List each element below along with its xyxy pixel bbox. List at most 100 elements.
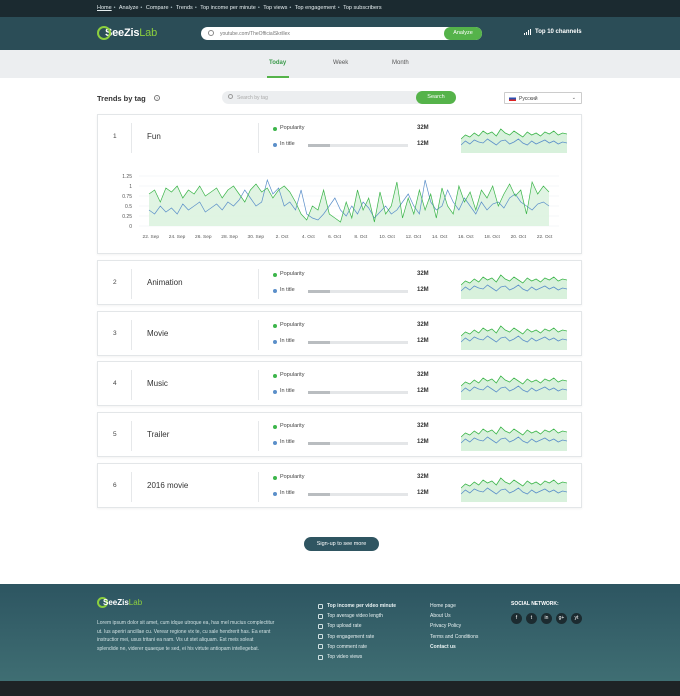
popularity-dot bbox=[273, 127, 277, 131]
nav-separator: • bbox=[194, 5, 197, 11]
footer-top-list-item[interactable]: Top upload rate bbox=[318, 621, 396, 631]
footer-top-list-item[interactable]: Top comment rate bbox=[318, 642, 396, 652]
sparkline-chart bbox=[461, 477, 567, 502]
linkedin-icon[interactable]: in bbox=[541, 613, 552, 624]
analyze-button[interactable]: Analyze bbox=[444, 27, 482, 40]
nav-link-analyze[interactable]: Analyze bbox=[119, 5, 139, 11]
in-title-bar-fill bbox=[308, 341, 330, 344]
in-title-value: 12M bbox=[417, 439, 429, 445]
language-select[interactable]: Русский ⌄ bbox=[504, 92, 582, 104]
tag-search-input[interactable]: Search by tag bbox=[237, 95, 268, 101]
x-tick-label: 22. Sep bbox=[143, 234, 160, 240]
x-tick-label: 12. Oct bbox=[406, 234, 422, 240]
trend-row[interactable]: 4 Music Popularity 32M In title 12M bbox=[97, 361, 582, 406]
logo-text: SeeZisLab bbox=[105, 27, 157, 39]
popularity-label: Popularity bbox=[280, 474, 305, 480]
x-tick-label: 18. Oct bbox=[484, 234, 500, 240]
footer-link[interactable]: Privacy Policy bbox=[430, 621, 478, 631]
y-tick-label: 0.25 bbox=[122, 214, 132, 220]
footer-link[interactable]: Home page bbox=[430, 601, 478, 611]
popularity-value: 32M bbox=[417, 322, 429, 328]
tag-name[interactable]: 2016 movie bbox=[147, 481, 188, 490]
footer-logo-main: SeeZis bbox=[103, 598, 129, 607]
google-plus-icon[interactable]: g+ bbox=[556, 613, 567, 624]
twitter-icon[interactable]: t bbox=[526, 613, 537, 624]
in-title-bar bbox=[308, 493, 408, 496]
tab-today[interactable]: Today bbox=[269, 60, 286, 66]
social-icons: f t in g+ yt bbox=[511, 613, 586, 624]
trend-row[interactable]: 5 Trailer Popularity 32M In title 12M bbox=[97, 412, 582, 457]
in-title-dot bbox=[273, 492, 277, 496]
trend-row[interactable]: 3 Movie Popularity 32M In title 12M bbox=[97, 311, 582, 356]
logo[interactable]: SeeZisLab bbox=[97, 25, 157, 41]
tab-week[interactable]: Week bbox=[333, 60, 348, 66]
y-tick-label: 0 bbox=[129, 224, 132, 230]
in-title-bar bbox=[308, 442, 408, 445]
x-tick-label: 16. Oct bbox=[458, 234, 474, 240]
divider bbox=[131, 269, 132, 299]
y-tick-label: 0.5 bbox=[125, 204, 132, 210]
popularity-dot bbox=[273, 374, 277, 378]
divider bbox=[131, 472, 132, 502]
top-nav-links: Home • Analyze • Compare • Trends • Top inco… bbox=[97, 5, 384, 11]
trend-row[interactable]: 2 Animation Popularity 32M In title 12M bbox=[97, 260, 582, 305]
in-title-value: 12M bbox=[417, 141, 429, 147]
in-title-value: 12M bbox=[417, 388, 429, 394]
nav-link-compare[interactable]: Compare bbox=[146, 5, 169, 11]
x-tick-label: 6. Oct bbox=[328, 234, 341, 240]
tab-month[interactable]: Month bbox=[392, 60, 409, 66]
in-title-dot bbox=[273, 390, 277, 394]
footer-top-list-item[interactable]: Top engagement rate bbox=[318, 632, 396, 642]
tag-name[interactable]: Fun bbox=[147, 132, 161, 141]
nav-link-top-income[interactable]: Top income per minute bbox=[200, 5, 256, 11]
nav-separator: • bbox=[113, 5, 116, 11]
info-icon[interactable]: ? bbox=[154, 95, 160, 101]
tag-name[interactable]: Animation bbox=[147, 278, 183, 287]
in-title-bar-fill bbox=[308, 493, 330, 496]
x-tick-label: 20. Oct bbox=[511, 234, 527, 240]
nav-link-trends[interactable]: Trends bbox=[176, 5, 193, 11]
trend-row[interactable]: 6 2016 movie Popularity 32M In title 12M bbox=[97, 463, 582, 508]
in-title-bar bbox=[308, 341, 408, 344]
search-icon bbox=[228, 94, 233, 99]
header: SeeZisLab Analyze Top 10 channels bbox=[0, 17, 680, 50]
facebook-icon[interactable]: f bbox=[511, 613, 522, 624]
nav-link-top-views[interactable]: Top views bbox=[263, 5, 287, 11]
footer-link[interactable]: About Us bbox=[430, 611, 478, 621]
channel-search-input[interactable] bbox=[220, 29, 420, 38]
signup-button[interactable]: Sign-up to see more bbox=[304, 537, 379, 551]
in-title-bar bbox=[308, 391, 408, 394]
youtube-icon[interactable]: yt bbox=[571, 613, 582, 624]
tag-name[interactable]: Trailer bbox=[147, 430, 169, 439]
footer-top-list-item[interactable]: Top income per video minute bbox=[318, 601, 396, 611]
in-title-label: In title bbox=[280, 141, 295, 147]
nav-link-top-engagement[interactable]: Top engagement bbox=[295, 5, 336, 11]
divider bbox=[258, 320, 259, 350]
footer-link[interactable]: Terms and Conditions bbox=[430, 632, 478, 642]
x-tick-label: 2. Oct bbox=[276, 234, 289, 240]
footer-top-list-item[interactable]: Top average video length bbox=[318, 611, 396, 621]
footer-top-list-item[interactable]: Top video views bbox=[318, 652, 396, 662]
tag-name[interactable]: Music bbox=[147, 379, 168, 388]
top-navigation: Home • Analyze • Compare • Trends • Top inco… bbox=[0, 0, 680, 17]
popularity-dot bbox=[273, 273, 277, 277]
nav-link-home[interactable]: Home bbox=[97, 5, 112, 11]
nav-separator: • bbox=[289, 5, 292, 11]
tag-name[interactable]: Movie bbox=[147, 329, 168, 338]
footer-link[interactable]: Contact us bbox=[430, 642, 478, 652]
y-tick-label: 1 bbox=[129, 184, 132, 190]
top-10-channels-link[interactable]: Top 10 channels bbox=[524, 29, 582, 35]
rank-number: 3 bbox=[113, 330, 117, 337]
in-title-dot bbox=[273, 340, 277, 344]
y-tick-label: 0.75 bbox=[122, 194, 132, 200]
footer-top-lists: Top income per video minute Top average v… bbox=[318, 601, 396, 662]
tag-search-button[interactable]: Search bbox=[416, 91, 456, 104]
footer-logo[interactable]: SeeZisLab bbox=[97, 597, 142, 608]
rank-number: 6 bbox=[113, 482, 117, 489]
search-icon bbox=[208, 30, 214, 36]
sparkline-chart bbox=[461, 325, 567, 350]
nav-link-top-subscribers[interactable]: Top subscribers bbox=[343, 5, 382, 11]
logo-ring-icon bbox=[97, 26, 111, 40]
footer-logo-text: SeeZisLab bbox=[103, 598, 142, 607]
top-10-label: Top 10 channels bbox=[535, 29, 582, 35]
